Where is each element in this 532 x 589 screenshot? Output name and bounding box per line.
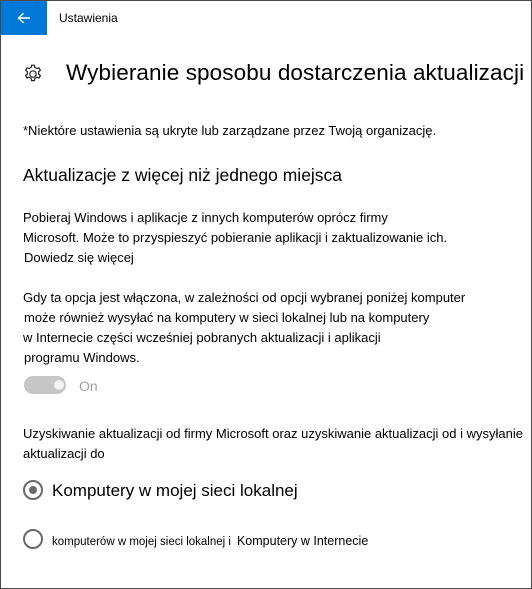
back-button[interactable] [1,1,47,35]
app-title: Ustawienia [59,11,118,25]
source-prompt-line: aktualizacji do [23,446,105,461]
radio-label-part: komputerów w mojej sieci lokalnej i [52,536,231,548]
delivery-optimization-toggle[interactable] [24,376,66,394]
detail-line: może również wysyłać na komputery w siec… [24,310,430,325]
detail-line: programu Windows. [24,350,140,365]
detail-line: w Internecie części wcześniej pobranych … [23,330,381,345]
detail-line: Gdy ta opcja jest włączona, w zależności… [23,290,466,305]
section-heading: Aktualizacje z więcej niż jednego miejsc… [23,165,343,185]
page-title: Wybieranie sposobu dostarczenia aktualiz… [66,60,525,85]
radio-selected-dot [29,486,37,494]
description-line: Microsoft. Może to przyspieszyć pobieran… [23,230,448,245]
radio-local-and-internet[interactable] [23,529,43,549]
source-prompt: Uzyskiwanie aktualizacji od firmy Micros… [23,424,523,464]
radio-local-network-label[interactable]: Komputery w mojej sieci lokalnej [52,481,298,501]
policy-note: *Niektóre ustawienia są ukryte lub zarzą… [23,123,437,138]
learn-more-link[interactable]: Dowiedz się więcej [23,248,447,268]
description-line: Pobieraj Windows i aplikacje z innych ko… [23,210,388,225]
title-bar: Ustawienia [1,1,531,35]
back-arrow-icon [17,12,30,24]
toggle-knob [54,380,64,390]
detail-text: Gdy ta opcja jest włączona, w zależności… [23,288,465,368]
gear-icon [24,64,42,82]
radio-local-network[interactable] [23,480,43,500]
source-prompt-line: Uzyskiwanie aktualizacji od firmy Micros… [23,426,523,441]
radio-label-part: Komputery w Internecie [236,534,369,548]
description-text: Pobieraj Windows i aplikacje z innych ko… [23,208,447,268]
settings-window: Ustawienia Wybieranie sposobu dostarczen… [0,0,532,589]
toggle-state-label: On [79,378,98,394]
radio-local-and-internet-label[interactable]: komputerów w mojej sieci lokalnej i Kompu… [52,534,368,548]
